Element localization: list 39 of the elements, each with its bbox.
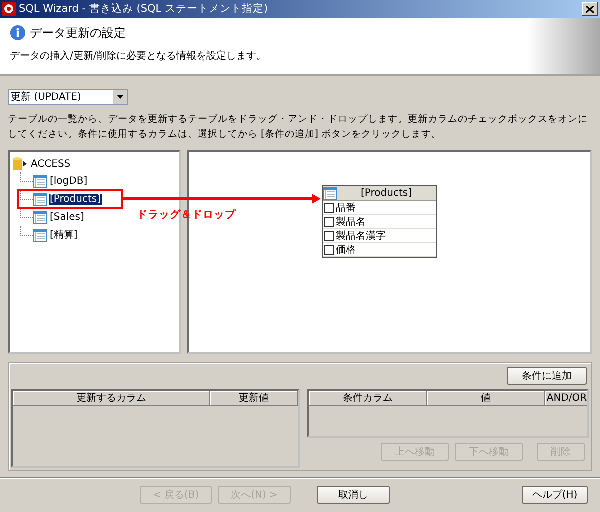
- info-icon: [10, 25, 26, 41]
- column-name: 品番: [336, 202, 356, 214]
- checkbox[interactable]: [324, 202, 334, 212]
- column-name: 価格: [336, 244, 356, 256]
- column-header[interactable]: 更新値: [210, 391, 298, 406]
- column-name: 製品名漢字: [336, 230, 386, 242]
- table-card-title: [Products]: [360, 188, 413, 198]
- tree-item[interactable]: [精算]: [49, 228, 79, 242]
- column-header[interactable]: 条件カラム: [309, 391, 427, 406]
- help-button[interactable]: ヘルプ(H): [522, 486, 588, 504]
- table-card[interactable]: [Products] 品番 製品名 製品名漢字 価格: [322, 185, 437, 258]
- table-icon: [33, 228, 47, 242]
- column-header[interactable]: AND/OR: [545, 391, 587, 406]
- checkbox[interactable]: [324, 244, 334, 254]
- table-icon: [323, 186, 337, 200]
- tree-item[interactable]: ACCESS: [31, 158, 71, 170]
- app-icon: [2, 2, 16, 16]
- page-title: データ更新の設定: [30, 24, 126, 42]
- table-icon: [33, 210, 47, 224]
- table-icon: [33, 174, 47, 188]
- drag-drop-label: ドラッグ＆ドロップ: [137, 208, 236, 222]
- tree-item[interactable]: [Products]: [49, 194, 102, 204]
- page-description: データの挿入/更新/削除に必要となる情報を設定します。: [10, 50, 268, 63]
- column-header[interactable]: 更新するカラム: [13, 391, 210, 406]
- window-title: SQL Wizard - 書き込み (SQL ステートメント指定): [19, 2, 270, 16]
- checkbox[interactable]: [324, 230, 334, 240]
- instructions-text: テーブルの一覧から、データを更新するテーブルをドラッグ・アンド・ドロップします。更新カラムのチェックボックスをオンにしてください。条件に使用するカラムは、選択してから [条件の追加] ボタンをクリックします。: [8, 113, 589, 142]
- add-condition-button[interactable]: 条件に追加: [507, 367, 587, 385]
- caret-icon: [116, 95, 124, 99]
- operation-dropdown[interactable]: 更新 (UPDATE): [8, 89, 128, 105]
- cancel-button[interactable]: 取消し: [317, 486, 390, 504]
- column-name: 製品名: [336, 216, 366, 228]
- table-icon: [33, 192, 47, 206]
- checkbox[interactable]: [324, 216, 334, 226]
- tree-item[interactable]: [Sales]: [49, 212, 86, 222]
- close-icon[interactable]: [582, 2, 598, 16]
- database-icon: [12, 157, 28, 171]
- column-header[interactable]: 値: [427, 391, 545, 406]
- tree-item[interactable]: [logDB]: [49, 176, 89, 186]
